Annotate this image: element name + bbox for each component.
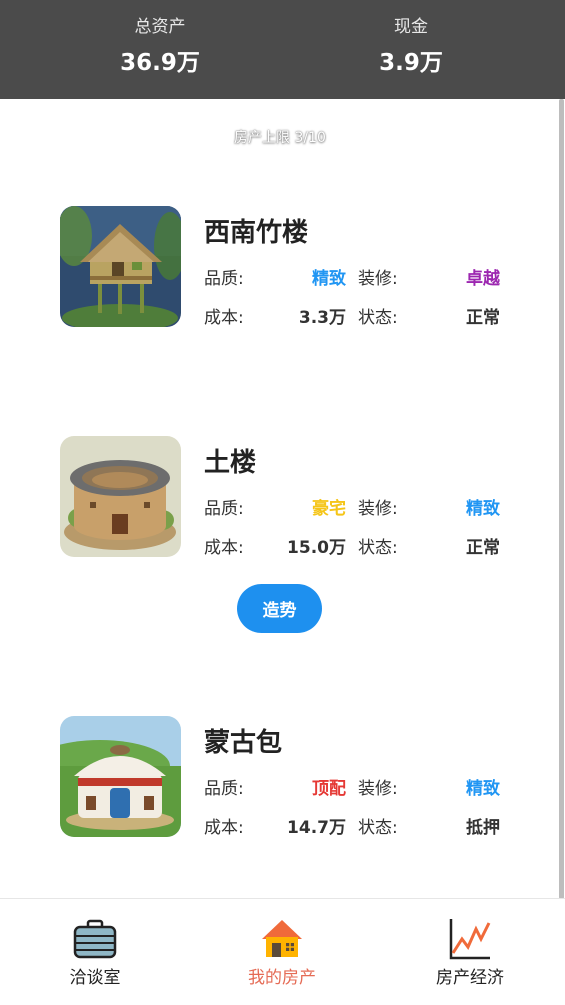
quality-value: 精致 — [312, 269, 346, 289]
decor-label: 装修: — [358, 499, 398, 519]
nav-label: 房产经济 — [436, 968, 504, 988]
bamboo-house-image — [60, 206, 181, 327]
property-quality-row: 品质: 豪宅 装修: 精致 — [204, 494, 500, 520]
property-quality-row: 品质: 顶配 装修: 精致 — [204, 774, 500, 800]
quality-label: 品质: — [204, 499, 244, 519]
yurt-image — [60, 716, 181, 837]
quality-label: 品质: — [204, 779, 244, 799]
quality-value: 豪宅 — [312, 499, 346, 519]
cost-label: 成本: — [204, 818, 244, 838]
scrollbar[interactable] — [559, 99, 564, 899]
decor-label: 装修: — [358, 269, 398, 289]
cost-label: 成本: — [204, 308, 244, 328]
nav-item-property-economy[interactable]: 房产经济 — [390, 899, 550, 1005]
property-cost-row: 成本: 14.7万 状态: 抵押 — [204, 813, 500, 839]
property-card[interactable]: 土楼 品质: 豪宅 装修: 精致 成本: 15.0万 状态: 正常 — [60, 436, 520, 561]
nav-item-my-property[interactable]: 我的房产 — [202, 899, 362, 1005]
property-card[interactable]: 西南竹楼 品质: 精致 装修: 卓越 成本: 3.3万 状态: 正常 — [60, 206, 520, 331]
cost-value: 3.3万 — [298, 308, 346, 328]
bottom-nav: 洽谈室 我的房产 房产经济 — [0, 898, 565, 1005]
status-label: 状态: — [358, 308, 398, 328]
nav-label: 我的房产 — [248, 968, 316, 988]
nav-label: 洽谈室 — [69, 968, 121, 988]
quality-label: 品质: — [204, 269, 244, 289]
total-assets-stat: 总资产 36.9万 — [60, 14, 260, 80]
status-value: 正常 — [466, 308, 500, 328]
total-assets-value: 36.9万 — [120, 50, 200, 76]
decor-value: 卓越 — [466, 269, 500, 289]
status-value: 抵押 — [466, 818, 500, 838]
property-card[interactable]: 蒙古包 品质: 顶配 装修: 精致 成本: 14.7万 状态: 抵押 — [60, 716, 520, 841]
property-name: 土楼 — [204, 448, 257, 478]
property-name: 蒙古包 — [204, 728, 283, 758]
briefcase-icon — [73, 917, 117, 961]
decor-label: 装修: — [358, 779, 398, 799]
promote-button[interactable]: 造势 — [237, 584, 322, 633]
quality-value: 顶配 — [312, 779, 346, 799]
cost-value: 14.7万 — [287, 818, 346, 838]
property-cost-row: 成本: 3.3万 状态: 正常 — [204, 303, 500, 329]
cash-value: 3.9万 — [379, 50, 443, 76]
cost-label: 成本: — [204, 538, 244, 558]
nav-item-meeting-room[interactable]: 洽谈室 — [15, 899, 175, 1005]
property-name: 西南竹楼 — [204, 218, 309, 248]
status-label: 状态: — [358, 818, 398, 838]
line-chart-icon — [448, 917, 492, 961]
cash-label: 现金 — [394, 17, 428, 37]
property-quality-row: 品质: 精致 装修: 卓越 — [204, 264, 500, 290]
assets-header: 总资产 36.9万 现金 3.9万 — [0, 0, 565, 99]
tulou-image — [60, 436, 181, 557]
status-value: 正常 — [466, 538, 500, 558]
decor-value: 精致 — [466, 499, 500, 519]
total-assets-label: 总资产 — [134, 17, 186, 37]
cash-stat: 现金 3.9万 — [311, 14, 511, 80]
status-label: 状态: — [358, 538, 398, 558]
cost-value: 15.0万 — [287, 538, 346, 558]
house-icon — [260, 917, 304, 961]
decor-value: 精致 — [466, 779, 500, 799]
property-cost-row: 成本: 15.0万 状态: 正常 — [204, 533, 500, 559]
property-limit: 房产上限 3/10 — [234, 130, 326, 146]
